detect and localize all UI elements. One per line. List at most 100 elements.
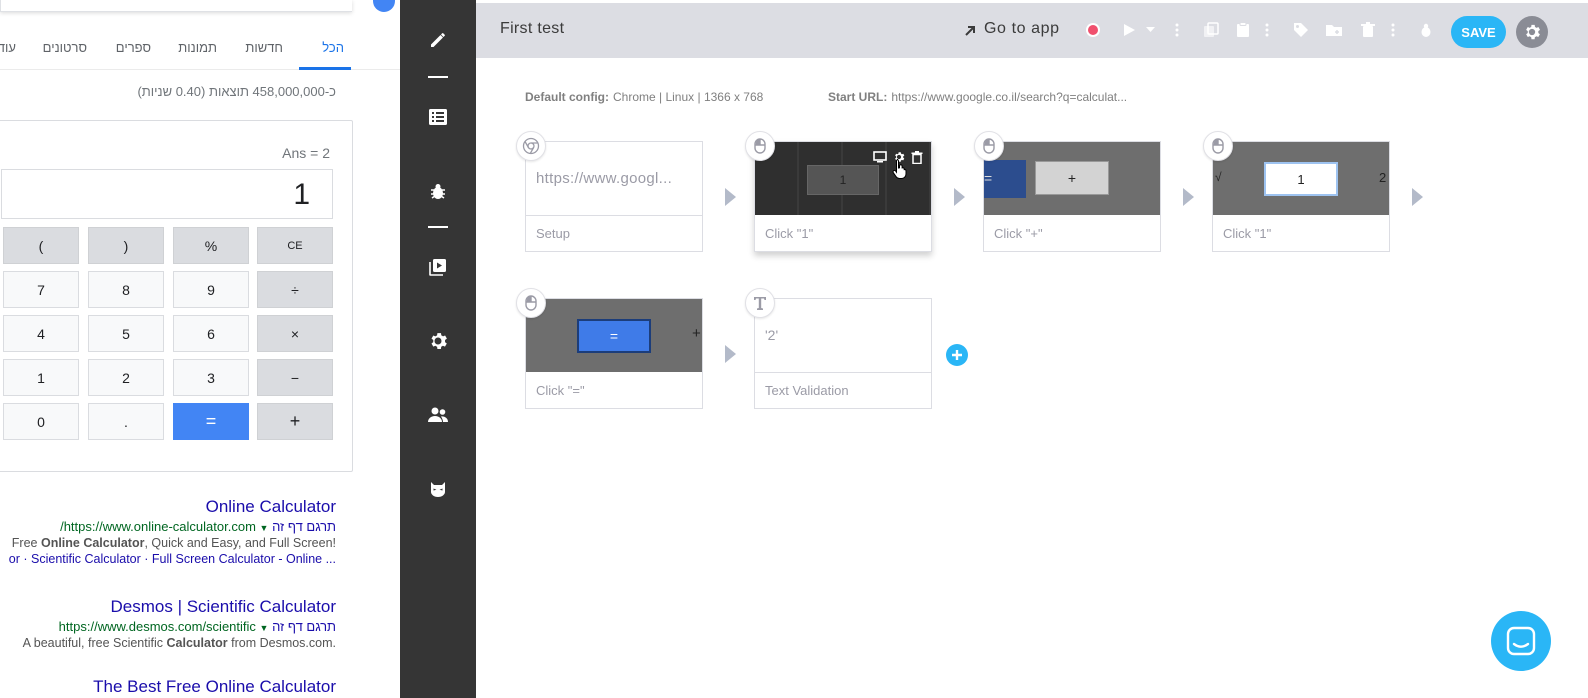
calc-key-2[interactable]: 2 [88, 359, 164, 396]
start-url-value[interactable]: https://www.google.co.il/search?q=calcul… [891, 90, 1127, 104]
setup-url: https://www.googl... [536, 170, 673, 187]
calculator-widget: Ans = 2 1 ( ) % CE 7 8 9 ÷ 4 5 6 × 1 2 3… [0, 120, 353, 472]
go-to-app-link[interactable]: Go to app [984, 20, 1060, 38]
step-label: Click "+" [994, 226, 1043, 241]
validation-value: '2' [765, 327, 779, 343]
step-card-click[interactable]: √ 1 2 Click "1" [1203, 131, 1390, 252]
tab-more[interactable]: עוד [0, 40, 16, 55]
mouse-icon [516, 288, 546, 318]
tab-all[interactable]: הכל [322, 40, 344, 55]
more-vertical-icon[interactable] [1172, 20, 1182, 40]
result-desc-bold: Calculator [166, 636, 228, 650]
calc-key-8[interactable]: 8 [88, 271, 164, 308]
thumb-key: 1 [1264, 162, 1338, 196]
play-icon[interactable] [1119, 20, 1139, 40]
calc-key-9[interactable]: 9 [173, 271, 249, 308]
step-label: Text Validation [765, 383, 849, 398]
pencil-icon[interactable] [426, 28, 450, 52]
result-description: Free Online Calculator, Quick and Easy, … [0, 536, 336, 550]
result-desc-bold: Online Calculator [40, 536, 145, 550]
calc-key-close-paren[interactable]: ) [88, 227, 164, 264]
save-button[interactable]: SAVE [1451, 16, 1506, 48]
settings-button[interactable] [1516, 16, 1548, 48]
bug-icon[interactable] [1416, 20, 1436, 40]
calc-key-4[interactable]: 4 [3, 315, 79, 352]
step-card-click[interactable]: = + Click "+" [974, 131, 1161, 252]
calc-key-percent[interactable]: % [173, 227, 249, 264]
step-card-click[interactable]: 1 Click "1" [745, 131, 932, 252]
translate-link[interactable]: תרגם דף זה [272, 619, 336, 634]
result-title[interactable]: Online Calculator [0, 497, 336, 517]
step-label: Setup [536, 226, 570, 241]
monitor-icon[interactable] [873, 151, 887, 163]
trash-icon[interactable] [1358, 20, 1378, 40]
start-url: Start URL: https://www.google.co.il/searc… [828, 90, 1127, 104]
calc-key-divide[interactable]: ÷ [257, 271, 333, 308]
copy-icon[interactable] [1201, 20, 1221, 40]
result-title[interactable]: Desmos | Scientific Calculator [0, 597, 337, 617]
gear-icon [1526, 24, 1541, 40]
tab-books[interactable]: ספרים [116, 40, 151, 55]
calc-key-3[interactable]: 3 [173, 359, 249, 396]
step-card-validation[interactable]: '2' Text Validation [745, 288, 932, 409]
clipboard-icon[interactable] [1233, 20, 1253, 40]
step-thumbnail: √ 1 2 [1213, 142, 1389, 215]
sidebar-divider [428, 76, 448, 78]
chevron-down-icon[interactable] [1143, 20, 1157, 40]
calc-key-equals[interactable]: = [173, 403, 249, 440]
calc-key-5[interactable]: 5 [88, 315, 164, 352]
playlist-play-icon[interactable] [426, 255, 450, 279]
google-apps-avatar[interactable] [373, 0, 395, 12]
external-link-icon [965, 26, 975, 36]
bug-icon[interactable] [426, 179, 450, 203]
step-divider [526, 215, 702, 216]
record-icon[interactable] [1083, 20, 1103, 40]
result-url: https://www.desmos.com/scientific [58, 619, 256, 634]
test-title[interactable]: First test [500, 20, 564, 38]
trash-icon[interactable] [911, 151, 923, 164]
step-card-click[interactable]: = + Click "=" [516, 288, 703, 409]
tab-news[interactable]: חדשות [245, 40, 283, 55]
calc-key-open-paren[interactable]: ( [3, 227, 79, 264]
more-vertical-icon[interactable] [1262, 20, 1272, 40]
step-arrow [1412, 188, 1423, 206]
calc-key-plus[interactable]: + [257, 403, 333, 440]
dropdown-arrow-icon[interactable]: ▼ [260, 623, 269, 633]
dropdown-arrow-icon[interactable]: ▼ [260, 523, 269, 533]
search-result: The Best Free Online Calculator [0, 677, 336, 697]
step-divider [755, 372, 931, 373]
calc-key-6[interactable]: 6 [173, 315, 249, 352]
calc-key-1[interactable]: 1 [3, 359, 79, 396]
tab-images[interactable]: תמונות [178, 40, 217, 55]
folder-add-icon[interactable] [1324, 20, 1344, 40]
thumb-key: 1 [807, 165, 879, 195]
calc-key-multiply[interactable]: × [257, 315, 333, 352]
results-count: כ-458,000,000 תוצאות (0.40 שניות) [137, 84, 336, 99]
default-config-value[interactable]: Chrome | Linux | 1366 x 768 [613, 90, 763, 104]
tab-videos[interactable]: סרטונים [43, 40, 87, 55]
mask-icon[interactable] [426, 477, 450, 501]
add-step-button[interactable] [946, 344, 968, 366]
calc-key-clear[interactable]: CE [257, 227, 333, 264]
translate-link[interactable]: תרגם דף זה [272, 519, 336, 534]
step-arrow [725, 345, 736, 363]
gear-icon[interactable] [426, 329, 450, 353]
result-sitelinks[interactable]: or · Scientific Calculator · Full Screen… [0, 552, 336, 566]
sidebar-divider [428, 226, 448, 228]
thumb-key: + [1035, 161, 1109, 195]
calc-key-minus[interactable]: − [257, 359, 333, 396]
team-icon[interactable] [426, 403, 450, 427]
calc-key-decimal[interactable]: . [88, 403, 164, 440]
search-result: Desmos | Scientific Calculator תרגם דף ז… [0, 597, 336, 650]
calc-key-0[interactable]: 0 [3, 403, 79, 440]
result-title[interactable]: The Best Free Online Calculator [0, 677, 336, 697]
more-vertical-icon[interactable] [1388, 20, 1398, 40]
calc-key-7[interactable]: 7 [3, 271, 79, 308]
chat-launcher-button[interactable] [1491, 611, 1551, 671]
search-box[interactable] [0, 0, 352, 12]
list-icon[interactable] [426, 105, 450, 129]
tag-icon[interactable] [1291, 20, 1311, 40]
step-card-setup[interactable]: https://www.googl... Setup [516, 131, 703, 252]
mouse-icon [745, 131, 775, 161]
result-desc-post: , Quick and Easy, and Full Screen! [144, 536, 336, 550]
